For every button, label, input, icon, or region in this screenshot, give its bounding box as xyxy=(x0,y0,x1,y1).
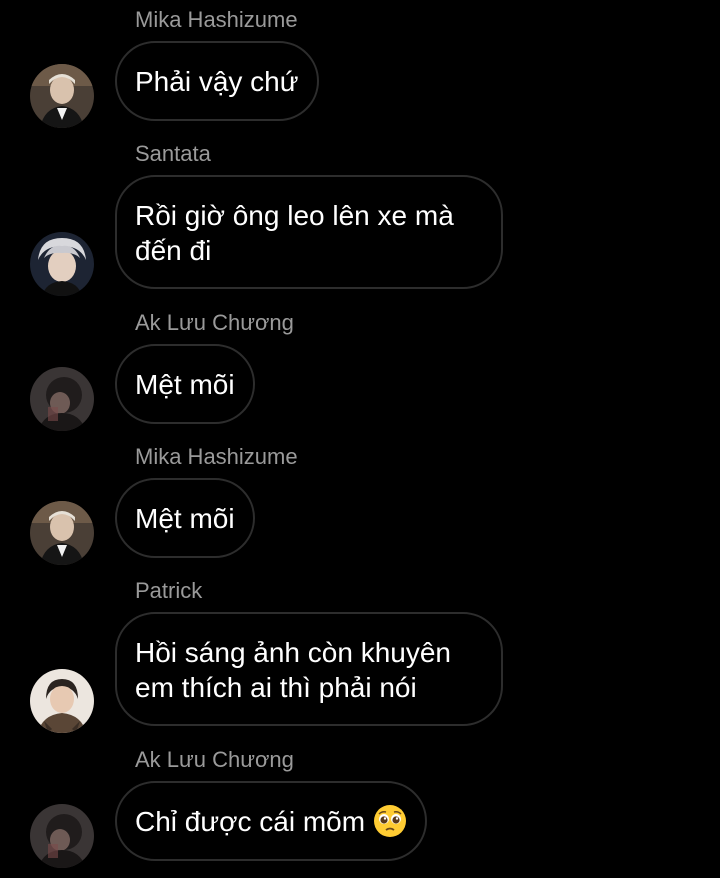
avatar-mika[interactable] xyxy=(30,64,94,128)
avatar-santata[interactable] xyxy=(30,232,94,296)
sender-name: Patrick xyxy=(135,578,203,603)
chat-thread: Mika Hashizume Phải vậy chứ Santata Rồi … xyxy=(0,0,720,878)
message-text: Chỉ được cái mõm xyxy=(135,805,366,837)
pleading-face-icon xyxy=(373,804,407,838)
sender-name: Mika Hashizume xyxy=(135,444,298,469)
message-bubble[interactable]: Mệt mõi xyxy=(115,344,255,424)
message-text: Mệt mõi xyxy=(135,502,235,534)
sender-name: Mika Hashizume xyxy=(135,7,298,32)
sender-name: Santata xyxy=(135,141,211,166)
message-bubble[interactable]: Rồi giờ ông leo lên xe mà đến đi xyxy=(115,175,503,289)
sender-name: Ak Lưu Chương xyxy=(135,310,294,335)
avatar-patrick[interactable] xyxy=(30,669,94,733)
message-bubble[interactable]: Chỉ được cái mõm xyxy=(115,781,428,861)
message-text: Phải vậy chứ xyxy=(135,65,299,97)
sender-name: Ak Lưu Chương xyxy=(135,747,294,772)
message-text: Rồi giờ ông leo lên xe mà đến đi xyxy=(135,200,454,266)
message-bubble[interactable]: Mệt mõi xyxy=(115,478,255,558)
avatar-mika[interactable] xyxy=(30,501,94,565)
message-text: Hồi sáng ảnh còn khuyên em thích ai thì … xyxy=(135,637,451,703)
avatar-ak[interactable] xyxy=(30,804,94,868)
avatar-ak[interactable] xyxy=(30,367,94,431)
message-bubble[interactable]: Phải vậy chứ xyxy=(115,41,319,121)
message-text: Mệt mõi xyxy=(135,368,235,400)
message-bubble[interactable]: Hồi sáng ảnh còn khuyên em thích ai thì … xyxy=(115,612,503,726)
